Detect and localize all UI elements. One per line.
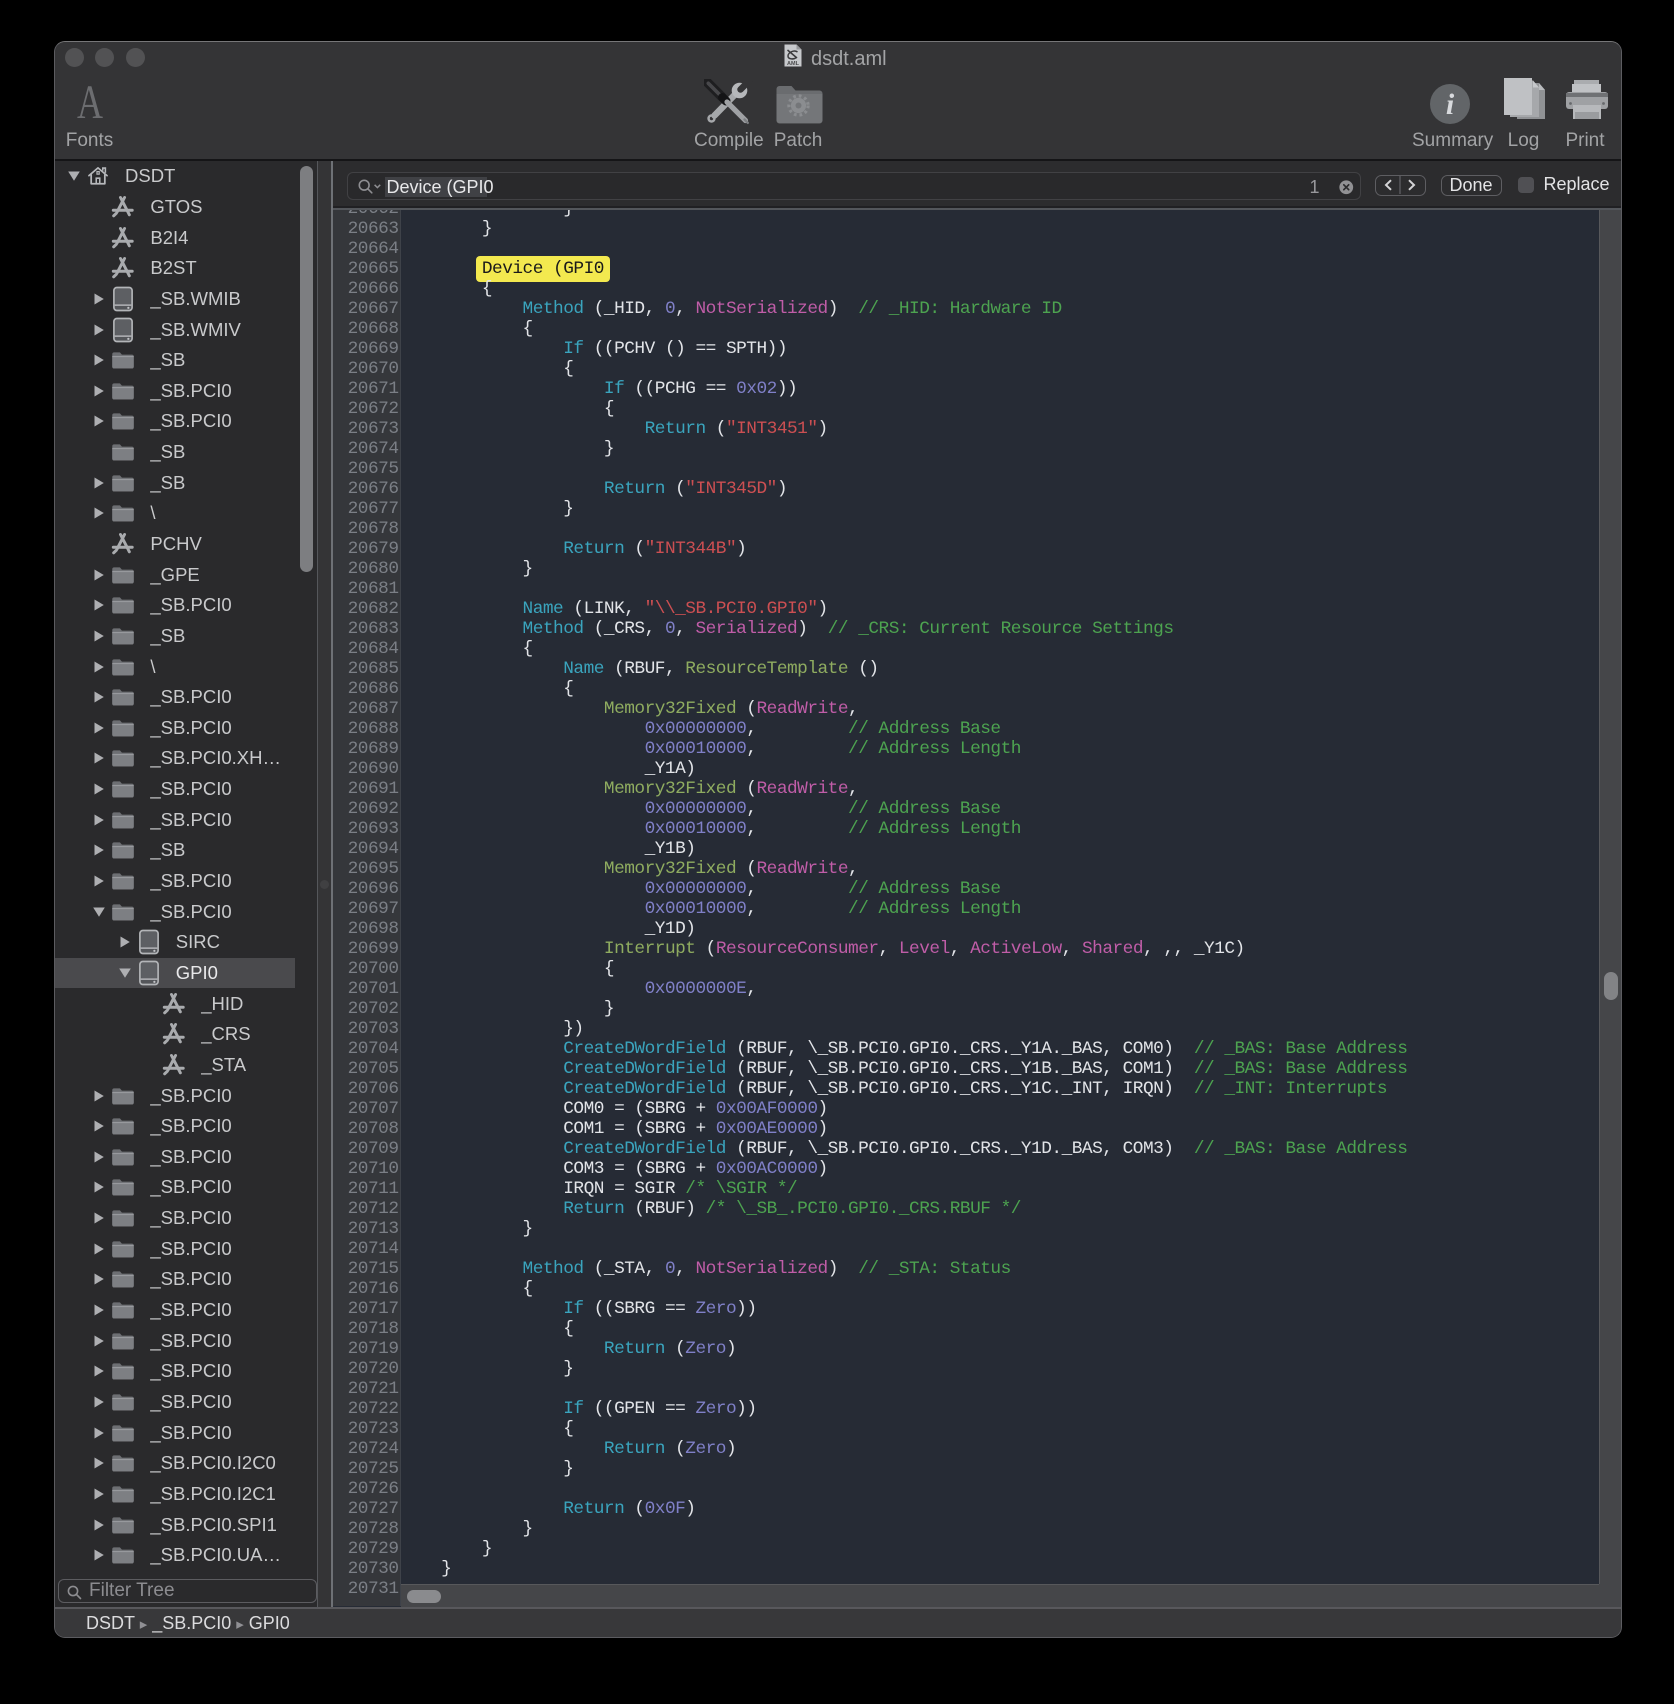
svg-text:AML: AML (787, 61, 800, 67)
svg-text:i: i (1445, 88, 1454, 121)
